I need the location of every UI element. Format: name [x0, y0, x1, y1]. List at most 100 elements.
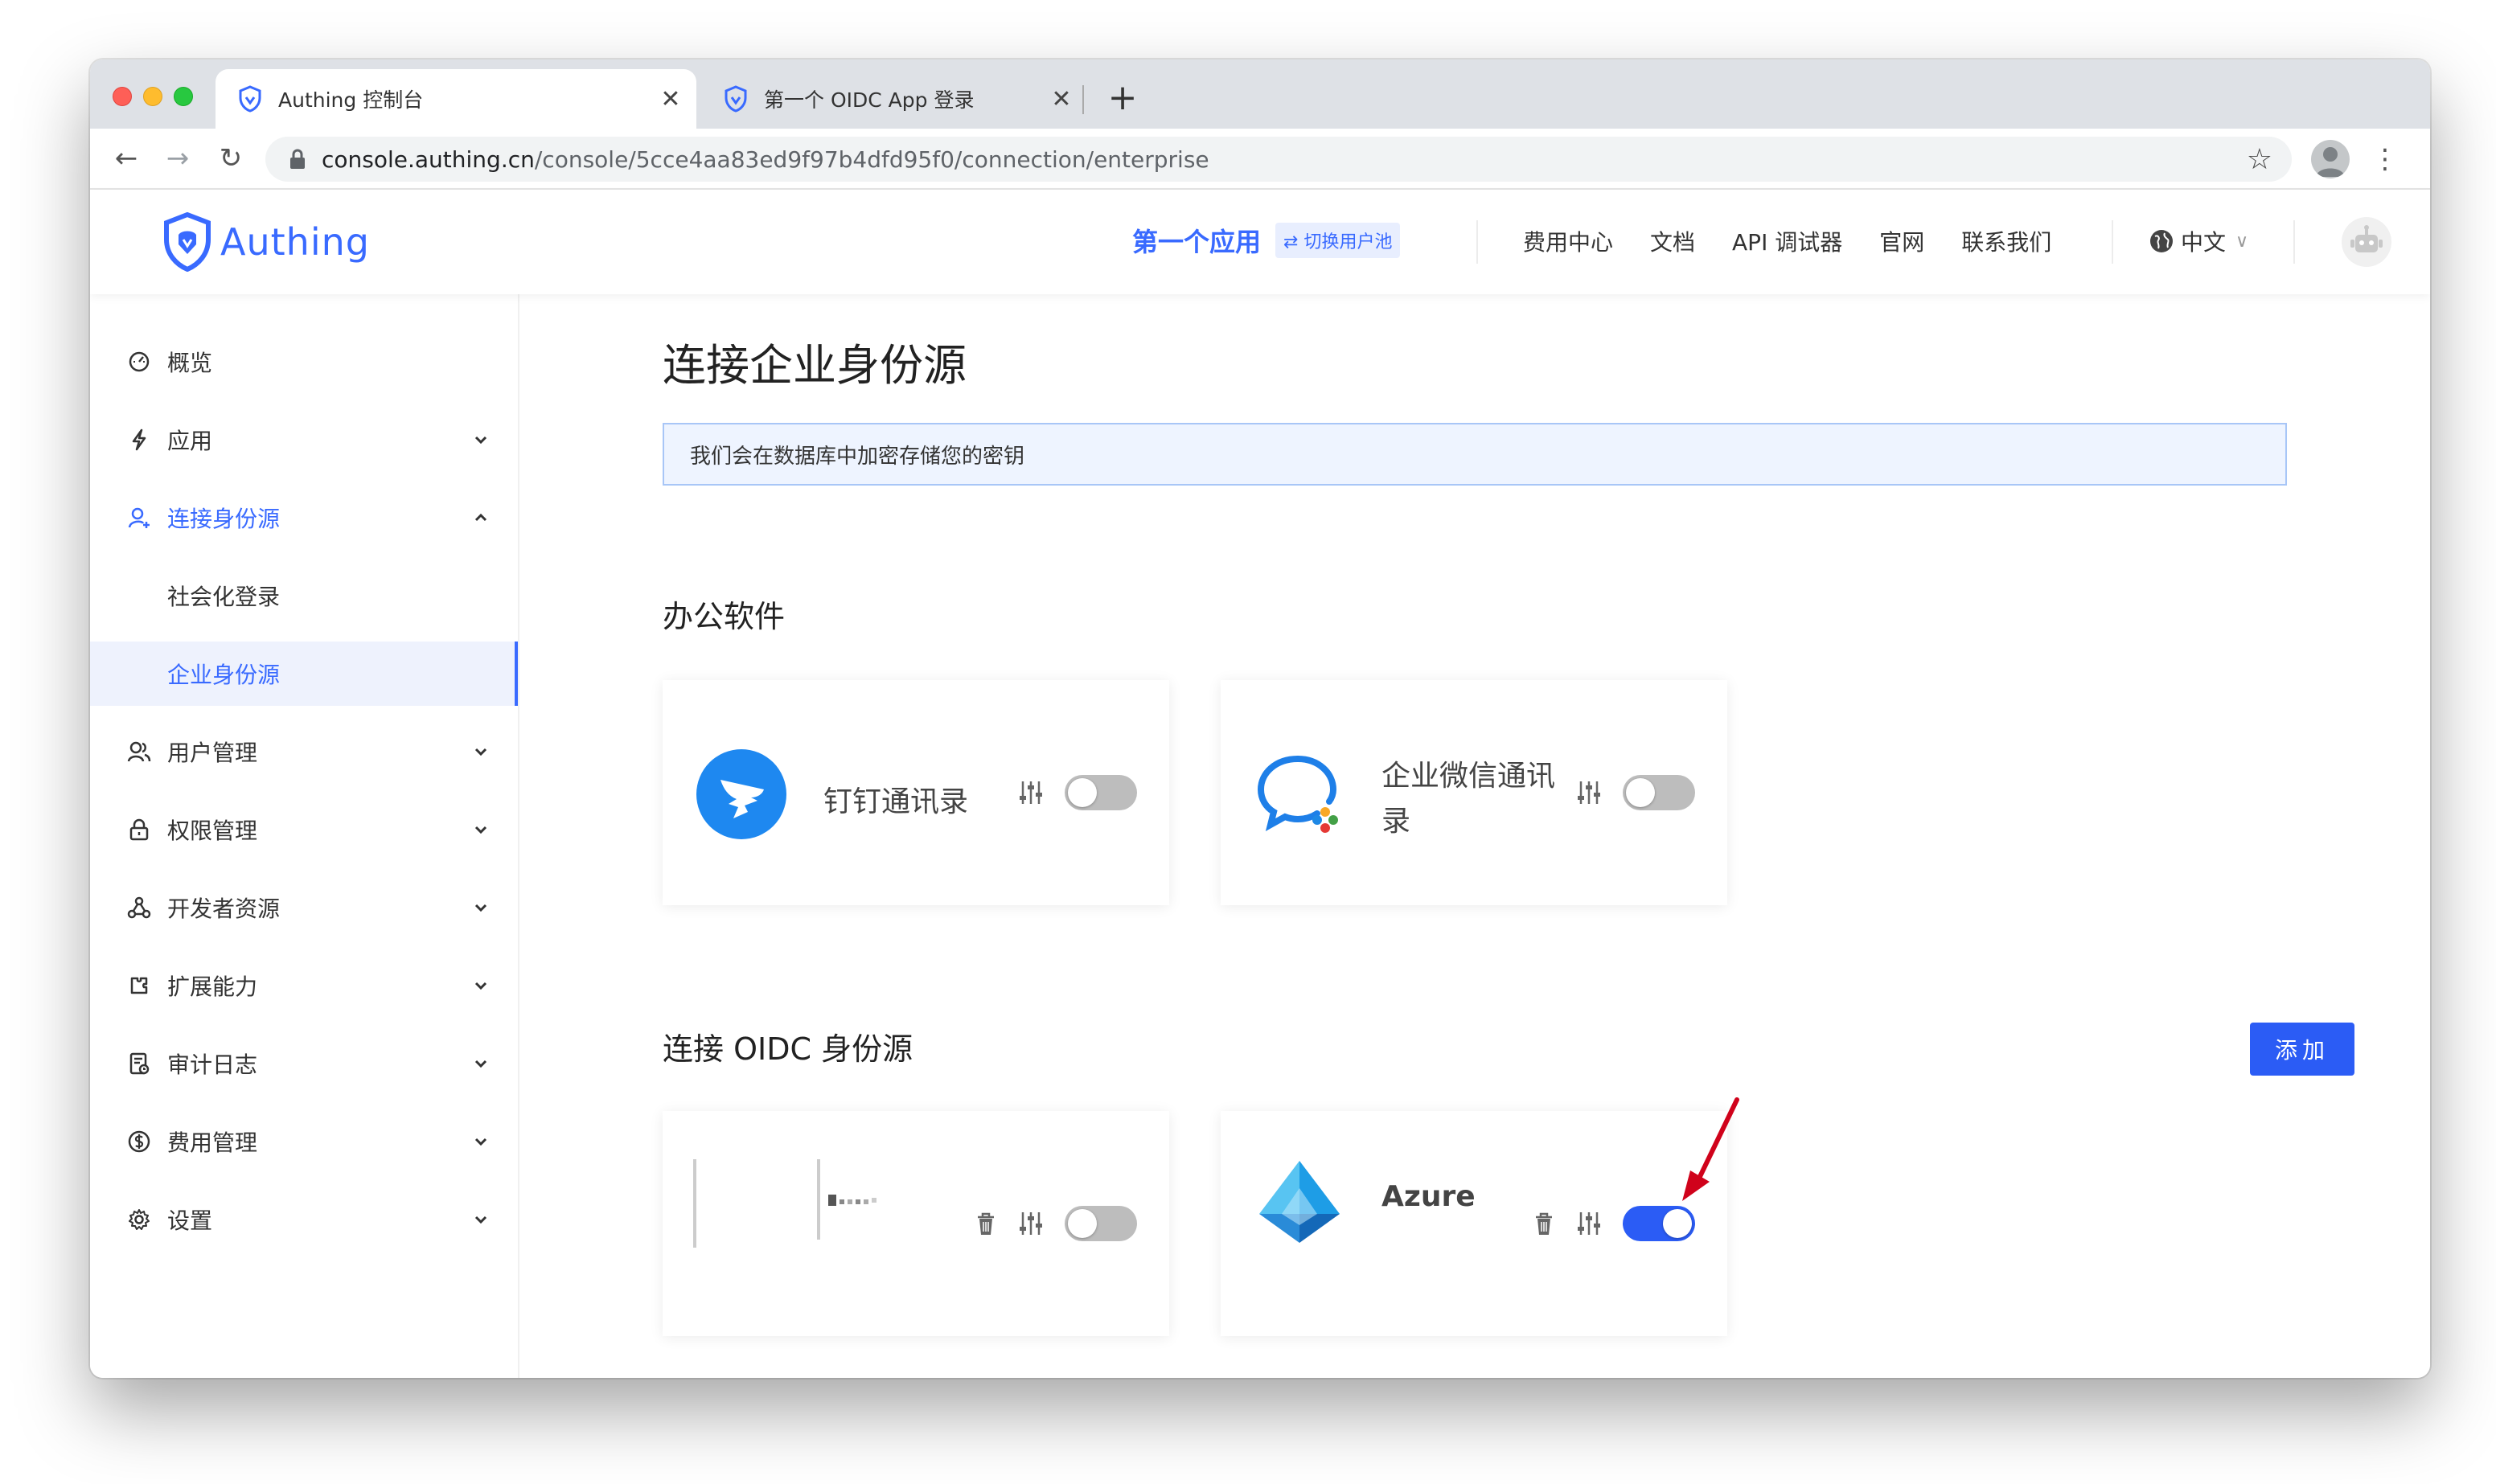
broken-image-placeholder-icon [828, 1195, 876, 1206]
sidebar-item-developer-resources[interactable]: 开发者资源 [90, 875, 519, 940]
chevron-down-icon [474, 982, 487, 990]
oidc-card-unnamed[interactable] [663, 1111, 1169, 1336]
dingtalk-card[interactable]: 钉钉通讯录 [663, 680, 1169, 905]
puzzle-icon [130, 977, 148, 994]
card-title-line1: 企业微信通讯 [1381, 760, 1556, 793]
info-notice: 我们会在数据库中加密存储您的密钥 [663, 423, 2287, 486]
nav-billing-center[interactable]: 费用中心 [1523, 225, 1613, 257]
nav-website[interactable]: 官网 [1879, 225, 1924, 257]
office-software-section-title: 办公软件 [663, 599, 786, 634]
language-selector[interactable]: 中文 ∨ [2149, 225, 2248, 257]
lock-icon [290, 149, 305, 169]
nav-api-debugger[interactable]: API 调试器 [1732, 225, 1842, 257]
sidebar-item-label: 开发者资源 [167, 896, 281, 922]
sidebar: 概览 应用 连接身份源 社会化登录 企业身份源 用户管理 权限管理 开发者资源 … [90, 294, 519, 1378]
toggle-knob [1626, 778, 1655, 807]
card-title: Azure [1381, 1180, 1476, 1213]
switch-user-pool-button[interactable]: ⇄ 切换用户池 [1275, 223, 1401, 258]
tab-separator [1082, 85, 1084, 114]
brand-name: Authing [220, 220, 370, 264]
tab-title: Authing 控制台 [278, 88, 424, 112]
tab-oidc-login[interactable]: 第一个 OIDC App 登录 ✕ [701, 69, 1087, 129]
authing-shield-icon [239, 85, 261, 113]
oidc-card-azure[interactable]: Azure [1221, 1111, 1727, 1336]
maximize-window-button[interactable] [174, 87, 193, 106]
bookmark-star-icon[interactable]: ☆ [2247, 143, 2272, 176]
gear-icon [129, 1209, 150, 1230]
tab-title: 第一个 OIDC App 登录 [764, 88, 975, 112]
wecom-card[interactable]: 企业微信通讯 录 [1221, 680, 1727, 905]
trash-icon[interactable] [1529, 1209, 1558, 1238]
enable-toggle[interactable] [1065, 775, 1137, 810]
dingtalk-logo-icon [696, 749, 786, 839]
authing-logo[interactable]: Authing [162, 212, 370, 272]
sidebar-item-billing[interactable]: 费用管理 [90, 1109, 519, 1174]
sidebar-item-social-login[interactable]: 社会化登录 [90, 564, 519, 628]
chevron-up-icon [474, 513, 487, 522]
lightning-icon [132, 428, 146, 451]
app-header: Authing 第一个应用 ⇄ 切换用户池 费用中心 文档 API 调试器 官网… [90, 190, 2430, 294]
sidebar-item-label: 企业身份源 [167, 662, 281, 688]
top-nav: 费用中心 文档 API 调试器 官网 联系我们 [1523, 225, 2088, 257]
enable-toggle[interactable] [1065, 1206, 1137, 1241]
toggle-knob [1068, 1209, 1097, 1238]
settings-sliders-icon[interactable] [1574, 778, 1603, 807]
sidebar-item-extensions[interactable]: 扩展能力 [90, 953, 519, 1018]
sidebar-item-audit-logs[interactable]: 审计日志 [90, 1031, 519, 1096]
tab-close-icon[interactable]: ✕ [655, 85, 687, 113]
minimize-window-button[interactable] [143, 87, 162, 106]
current-app-name[interactable]: 第一个应用 [1132, 222, 1261, 259]
sidebar-item-user-management[interactable]: 用户管理 [90, 719, 519, 784]
wecom-logo-icon [1257, 756, 1338, 833]
address-bar[interactable]: console.authing.cn/console/5cce4aa83ed9f… [265, 137, 2292, 182]
new-tab-button[interactable]: + [1100, 76, 1145, 121]
url-text: console.authing.cn/console/5cce4aa83ed9f… [322, 146, 1209, 173]
sidebar-item-identity-sources[interactable]: 连接身份源 [90, 486, 519, 550]
sidebar-item-overview[interactable]: 概览 [90, 330, 519, 394]
sidebar-item-label: 用户管理 [167, 740, 258, 766]
sidebar-item-label: 应用 [167, 428, 213, 454]
sidebar-item-permissions[interactable]: 权限管理 [90, 797, 519, 862]
sidebar-item-applications[interactable]: 应用 [90, 408, 519, 472]
enable-toggle[interactable] [1623, 1206, 1695, 1241]
back-arrow-icon[interactable]: ← [106, 138, 146, 178]
user-link-icon [128, 507, 150, 528]
main-content: 连接企业身份源 我们会在数据库中加密存储您的密钥 办公软件 钉钉通讯录 企业微信… [519, 294, 2430, 1378]
chevron-down-icon [474, 1060, 487, 1068]
tab-strip: Authing 控制台 ✕ 第一个 OIDC App 登录 ✕ + [90, 59, 2430, 129]
header-divider [1476, 220, 1478, 264]
language-label: 中文 [2181, 229, 2227, 256]
nav-contact-us[interactable]: 联系我们 [1961, 225, 2051, 257]
card-title: 钉钉通讯录 [823, 785, 969, 818]
add-oidc-button[interactable]: 添加 [2250, 1023, 2354, 1076]
reload-icon[interactable]: ↻ [211, 138, 251, 178]
log-icon [129, 1052, 150, 1075]
forward-arrow-icon[interactable]: → [158, 138, 198, 178]
broken-image-icon [693, 1159, 820, 1248]
toggle-knob [1663, 1209, 1692, 1238]
settings-sliders-icon[interactable] [1574, 1209, 1603, 1238]
trash-icon[interactable] [971, 1209, 1000, 1238]
browser-menu-icon[interactable]: ⋮ [2369, 140, 2401, 178]
chevron-down-icon [474, 748, 487, 756]
settings-sliders-icon[interactable] [1016, 778, 1045, 807]
tab-authing-console[interactable]: Authing 控制台 ✕ [216, 69, 696, 129]
enable-toggle[interactable] [1623, 775, 1695, 810]
user-avatar-robot-icon[interactable] [2342, 217, 2391, 267]
sidebar-item-settings[interactable]: 设置 [90, 1187, 519, 1252]
sidebar-item-label: 费用管理 [167, 1129, 258, 1156]
sidebar-item-enterprise-identity[interactable]: 企业身份源 [90, 642, 518, 706]
tab-close-icon[interactable]: ✕ [1045, 85, 1078, 113]
profile-avatar-icon[interactable] [2311, 140, 2350, 178]
authing-logo-icon [164, 212, 211, 272]
header-divider [2112, 220, 2113, 264]
close-window-button[interactable] [113, 87, 132, 106]
settings-sliders-icon[interactable] [1016, 1209, 1045, 1238]
chevron-down-icon [474, 436, 487, 445]
sidebar-item-label: 社会化登录 [167, 584, 281, 610]
authing-shield-icon [725, 85, 747, 113]
nav-docs[interactable]: 文档 [1650, 225, 1695, 257]
app-switcher[interactable]: 第一个应用 ⇄ 切换用户池 [1132, 222, 1401, 259]
sidebar-item-label: 审计日志 [167, 1052, 258, 1078]
browser-window: Authing 控制台 ✕ 第一个 OIDC App 登录 ✕ + ← → ↻ … [90, 59, 2430, 1378]
